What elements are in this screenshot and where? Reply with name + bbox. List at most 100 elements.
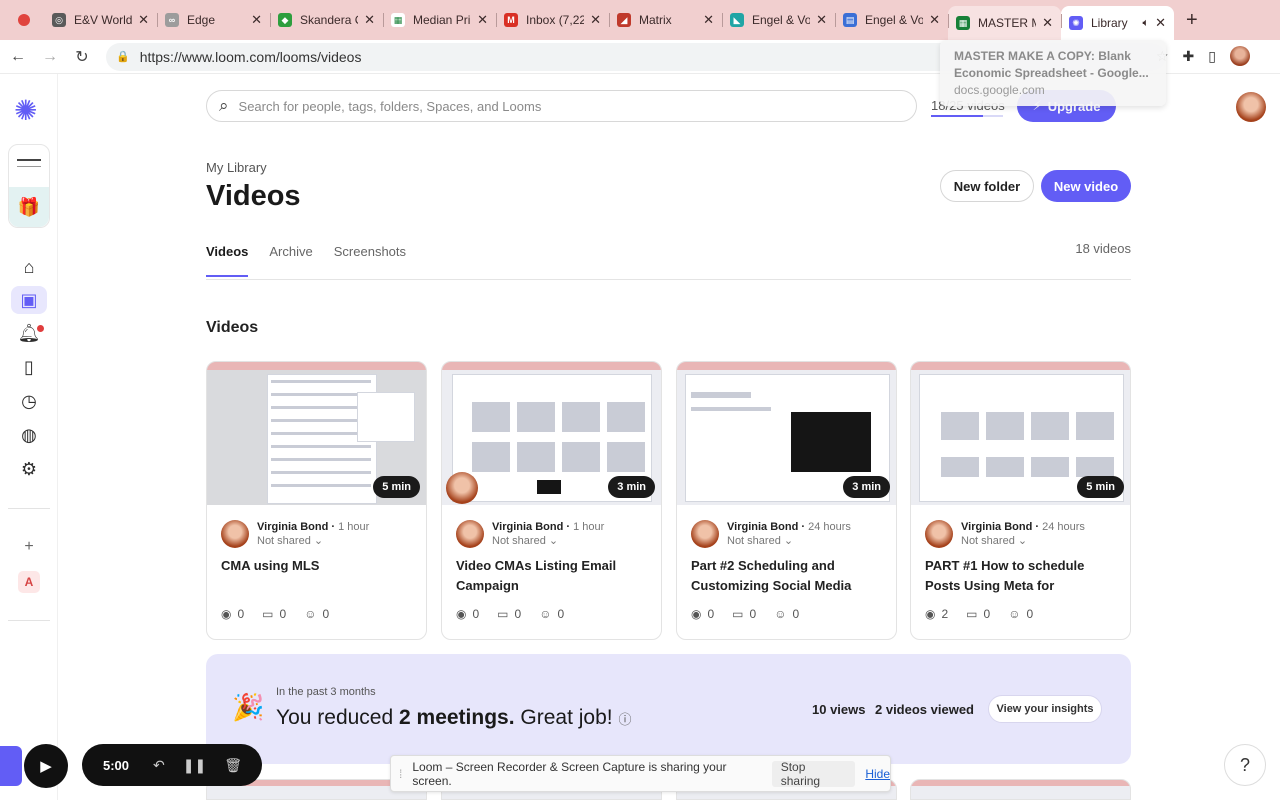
video-card[interactable]: 5 min Virginia Bond · 1 hour Not shared ⌄ C… xyxy=(206,361,427,640)
browser-tab[interactable]: ◆ Skandera C ✕ xyxy=(270,5,383,35)
profile-avatar[interactable] xyxy=(1230,46,1250,66)
tab-screenshots[interactable]: Screenshots xyxy=(334,244,406,277)
tab-close-icon[interactable]: ✕ xyxy=(138,12,149,28)
video-title[interactable]: Video CMAs Listing Email Campaign xyxy=(456,556,651,596)
chevron-down-icon: ⌄ xyxy=(313,535,324,547)
audio-playing-icon[interactable]: 🔈︎ xyxy=(1142,17,1149,30)
reload-icon[interactable]: ↻ xyxy=(68,47,96,67)
video-title[interactable]: CMA using MLS xyxy=(221,556,416,576)
new-tab-button[interactable]: + xyxy=(1186,9,1198,32)
view-count: 0 xyxy=(472,607,480,621)
video-card[interactable]: 3 min Virginia Bond · 1 hour Not shared ⌄ V… xyxy=(441,361,662,640)
new-folder-button[interactable]: New folder xyxy=(940,170,1034,202)
settings-gear-icon[interactable]: ⚙ xyxy=(16,456,42,482)
browser-tab[interactable]: ∞ Edge ✕ xyxy=(157,5,270,35)
info-icon[interactable]: ⓘ xyxy=(618,712,631,727)
video-title[interactable]: PART #1 How to schedule Posts Using Meta… xyxy=(925,556,1120,596)
browser-tab[interactable]: ▤ Engel & Vo ✕ xyxy=(835,5,948,35)
breadcrumb[interactable]: My Library xyxy=(206,160,267,175)
thumbnail-detail xyxy=(1031,412,1069,440)
video-age: 24 hours xyxy=(1042,521,1085,533)
video-card[interactable]: 5 min Virginia Bond · 24 hours Not shared … xyxy=(910,361,1131,640)
search-input[interactable]: ⌕ Search for people, tags, folders, Spac… xyxy=(206,90,917,122)
author-name[interactable]: Virginia Bond xyxy=(492,521,563,533)
sharing-dropdown[interactable]: Not shared ⌄ xyxy=(257,534,369,549)
video-card-peek[interactable] xyxy=(910,779,1131,800)
user-avatar[interactable] xyxy=(1236,92,1266,122)
new-video-button[interactable]: New video xyxy=(1041,170,1131,202)
author-avatar[interactable] xyxy=(925,520,953,548)
history-clock-icon[interactable]: ◷ xyxy=(16,388,42,414)
video-title[interactable]: Part #2 Scheduling and Customizing Socia… xyxy=(691,556,886,596)
browser-tab[interactable]: ▦ Median Pri ✕ xyxy=(383,5,496,35)
tab-favicon-icon: ◣ xyxy=(730,13,744,27)
sharing-dropdown[interactable]: Not shared ⌄ xyxy=(492,534,604,549)
tab-archive[interactable]: Archive xyxy=(269,244,312,277)
tab-close-icon[interactable]: ✕ xyxy=(703,12,714,28)
tab-close-icon[interactable]: ✕ xyxy=(477,12,488,28)
tab-favicon-icon: ◢ xyxy=(617,13,631,27)
loom-logo-icon[interactable]: ✺ xyxy=(14,94,37,127)
tab-title: Matrix xyxy=(639,13,672,27)
help-button[interactable]: ? xyxy=(1224,744,1266,786)
window-close-button[interactable] xyxy=(18,14,30,26)
tab-close-icon[interactable]: ✕ xyxy=(816,12,827,28)
insights-period: In the past 3 months xyxy=(276,686,376,698)
video-age: 1 hour xyxy=(338,521,370,533)
thumbnail-detail xyxy=(1076,412,1114,440)
browser-tab[interactable]: ◎ E&V World ✕ xyxy=(44,5,157,35)
hover-card-title: MASTER MAKE A COPY: Blank xyxy=(954,49,1131,63)
recorder-tab[interactable] xyxy=(0,746,22,786)
view-insights-button[interactable]: View your insights xyxy=(988,695,1102,723)
pause-icon[interactable]: ❚❚ xyxy=(183,757,206,774)
sharing-status: Not shared xyxy=(257,535,311,547)
tab-favicon-icon: ◎ xyxy=(52,13,66,27)
tab-title: Engel & Vo xyxy=(752,13,811,27)
author-name[interactable]: Virginia Bond xyxy=(257,521,328,533)
browser-tab[interactable]: ◢ Matrix ✕ xyxy=(609,5,722,35)
tab-close-icon[interactable]: ✕ xyxy=(929,12,940,28)
side-panel-icon[interactable]: ▯ xyxy=(1208,48,1216,65)
sharing-status: Not shared xyxy=(492,535,546,547)
browser-tab[interactable]: ◣ Engel & Vo ✕ xyxy=(722,5,835,35)
sharing-dropdown[interactable]: Not shared ⌄ xyxy=(727,534,851,549)
space-avatar-a[interactable]: A xyxy=(18,571,40,593)
tab-close-icon[interactable]: ✕ xyxy=(1155,15,1166,31)
workspace-switcher[interactable]: 🎁 xyxy=(8,144,50,228)
tab-close-icon[interactable]: ✕ xyxy=(251,12,262,28)
forward-icon[interactable]: → xyxy=(36,48,64,66)
author-avatar[interactable] xyxy=(456,520,484,548)
drag-handle-icon[interactable]: ⁞ xyxy=(399,767,402,781)
camera-icon[interactable]: ▶︎ xyxy=(24,744,68,788)
author-name[interactable]: Virginia Bond xyxy=(727,521,798,533)
tab-close-icon[interactable]: ✕ xyxy=(364,12,375,28)
trash-icon[interactable]: 🗑︎ xyxy=(224,757,242,774)
add-space-icon[interactable]: + xyxy=(16,534,42,560)
gift-icon[interactable]: 🎁 xyxy=(9,187,49,227)
comment-count: 0 xyxy=(983,607,991,621)
tab-close-icon[interactable]: ✕ xyxy=(590,12,601,28)
back-icon[interactable]: ← xyxy=(4,48,32,66)
globe-icon[interactable]: ◍ xyxy=(16,422,42,448)
author-avatar[interactable] xyxy=(221,520,249,548)
home-icon[interactable]: ⌂ xyxy=(16,254,42,280)
video-card[interactable]: 3 min Virginia Bond · 24 hours Not shared … xyxy=(676,361,897,640)
browser-tab[interactable]: ✺ Library 🔈︎ ✕ xyxy=(1061,6,1174,40)
library-icon[interactable]: ▣ xyxy=(11,286,47,314)
author-name[interactable]: Virginia Bond xyxy=(961,521,1032,533)
tab-videos[interactable]: Videos xyxy=(206,244,249,277)
browser-tab[interactable]: ▦ MASTER M ✕ xyxy=(948,6,1061,40)
author-avatar[interactable] xyxy=(691,520,719,548)
stop-sharing-button[interactable]: Stop sharing xyxy=(771,760,856,788)
undo-icon[interactable]: ↶ xyxy=(153,757,165,774)
reaction-count: 0 xyxy=(792,607,800,621)
tab-close-icon[interactable]: ✕ xyxy=(1042,15,1053,31)
thumbnail-detail xyxy=(1076,457,1114,477)
extensions-icon[interactable]: ✚ xyxy=(1183,48,1195,65)
notifications-bell-icon[interactable]: 🔔︎ xyxy=(16,320,42,346)
hide-link[interactable]: Hide xyxy=(865,767,890,781)
sharing-dropdown[interactable]: Not shared ⌄ xyxy=(961,534,1085,549)
browser-tab[interactable]: M Inbox (7,22 ✕ xyxy=(496,5,609,35)
bookmark-icon[interactable]: ▯ xyxy=(16,354,42,380)
search-icon: ⌕ xyxy=(219,96,229,115)
